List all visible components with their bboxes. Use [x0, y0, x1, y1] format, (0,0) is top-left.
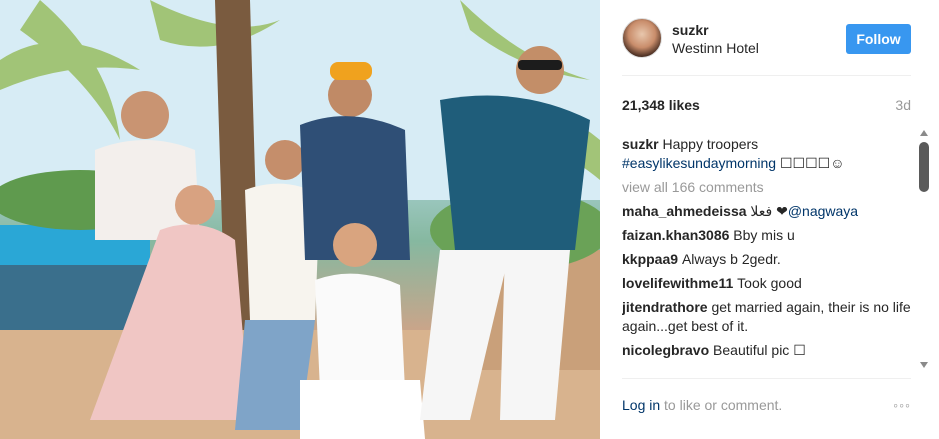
scroll-up-arrow-icon[interactable]: [920, 130, 928, 136]
follow-button[interactable]: Follow: [846, 24, 911, 54]
list-item: faizan.khan3086 Bby mis u: [622, 226, 911, 245]
list-item: nicolegbravo Beautiful pic ☐: [622, 341, 911, 360]
comment-text: Always b 2gedr.: [681, 251, 781, 267]
scroll-track[interactable]: [918, 138, 930, 360]
caption-hashtag[interactable]: #easylikesundaymorning: [622, 155, 780, 171]
post-header: suzkr Westinn Hotel Follow: [622, 18, 911, 76]
comment-username[interactable]: lovelifewithme11: [622, 275, 737, 291]
comment-username[interactable]: nicolegbravo: [622, 342, 713, 358]
avatar[interactable]: [622, 18, 662, 58]
comments-scrollbar[interactable]: [918, 130, 932, 368]
comments-list: suzkr Happy troopers #easylikesundaymorn…: [622, 135, 911, 367]
likes-count[interactable]: 21,348 likes: [622, 97, 700, 113]
comment-text: Bby mis u: [733, 227, 795, 243]
view-all-comments-link[interactable]: view all 166 comments: [622, 178, 911, 197]
login-link[interactable]: Log in: [622, 397, 664, 413]
list-item: jitendrathore get married again, their i…: [622, 298, 911, 336]
list-item: lovelifewithme11 Took good: [622, 274, 911, 293]
comment-username[interactable]: kkppaa9: [622, 251, 682, 267]
scroll-thumb[interactable]: [919, 142, 929, 192]
username-link[interactable]: suzkr: [672, 22, 709, 38]
comment-mention[interactable]: @nagwaya: [788, 203, 858, 219]
comment-username[interactable]: jitendrathore: [622, 299, 711, 315]
location-link[interactable]: Westinn Hotel: [672, 40, 759, 56]
scroll-down-arrow-icon[interactable]: [920, 362, 928, 368]
caption-text: Happy troopers: [662, 136, 759, 152]
comment-text: Took good: [737, 275, 802, 291]
photo-illustration: [0, 0, 600, 439]
list-item: kkppaa9 Always b 2gedr.: [622, 250, 911, 269]
login-prompt-text: to like or comment.: [664, 397, 783, 413]
post-photo[interactable]: [0, 0, 600, 439]
comment-username[interactable]: maha_ahmedeissa: [622, 203, 750, 219]
comment-username[interactable]: faizan.khan3086: [622, 227, 733, 243]
list-item: maha_ahmedeissa فعلا ❤@nagwaya: [622, 202, 911, 221]
post-age[interactable]: 3d: [895, 97, 911, 113]
more-options-icon[interactable]: ◦◦◦: [893, 397, 911, 413]
caption-emoji: ☐☐☐☐☺: [779, 155, 845, 171]
post-footer: Log in to like or comment. ◦◦◦: [622, 378, 911, 439]
post-details-panel: suzkr Westinn Hotel Follow 21,348 likes …: [600, 0, 939, 439]
likes-row: 21,348 likes 3d: [622, 97, 911, 117]
login-prompt: Log in to like or comment.: [622, 397, 782, 413]
caption: suzkr Happy troopers #easylikesundaymorn…: [622, 135, 911, 173]
comment-username[interactable]: suzkr: [622, 136, 662, 152]
comment-text: فعلا ❤: [750, 203, 788, 219]
comment-text: Beautiful pic ☐: [713, 342, 806, 358]
